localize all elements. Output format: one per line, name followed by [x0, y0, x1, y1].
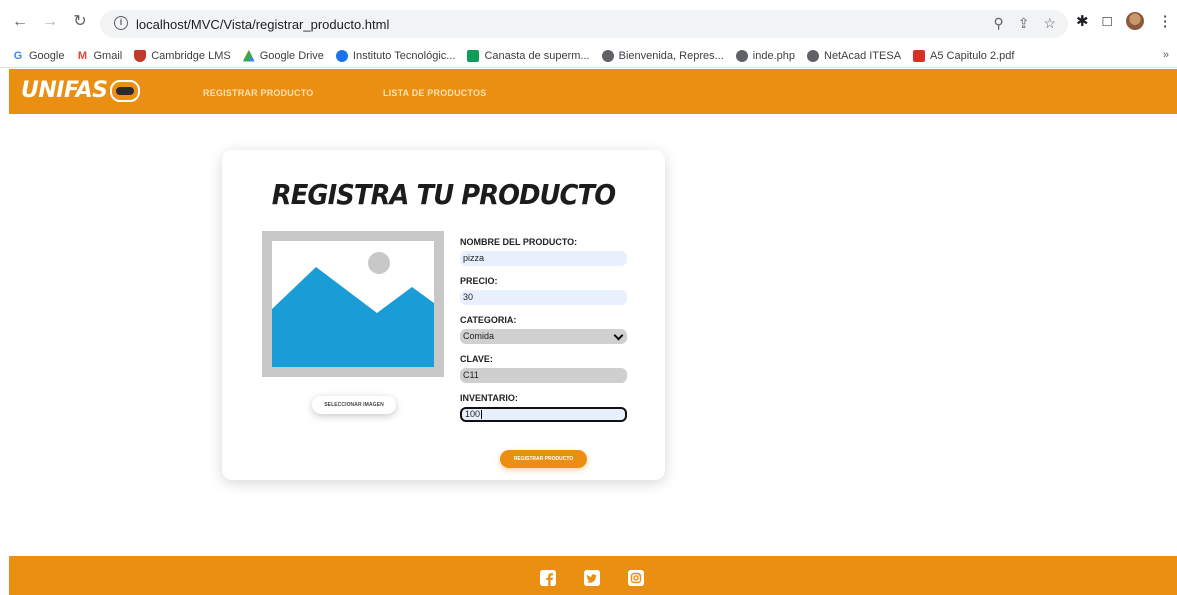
nombre-label: NOMBRE DEL PRODUCTO: [460, 237, 578, 247]
bookmark-item[interactable]: G Google [12, 49, 65, 62]
star-icon[interactable]: ☆ [1043, 15, 1056, 32]
logo-text: UNIFAS [21, 78, 108, 103]
nav-lista-productos[interactable]: LISTA DE PRODUCTOS [383, 88, 486, 98]
inventario-input[interactable]: 100 [460, 407, 627, 422]
text-caret [481, 410, 483, 420]
bookmarks-bar: G Google M Gmail Cambridge LMS Google Driv… [0, 44, 1177, 68]
globe-icon [601, 49, 614, 62]
site-footer [9, 556, 1177, 595]
google-icon: G [13, 49, 23, 62]
categoria-select[interactable]: Comida [460, 329, 627, 344]
inventario-label: INVENTARIO: [460, 393, 518, 403]
gmail-icon: M [77, 49, 88, 62]
bookmark-item[interactable]: inde.php [735, 49, 795, 62]
browser-toolbar: ← → ↻ i localhost/MVC/Vista/registrar_pr… [0, 0, 1177, 44]
cambridge-icon [134, 49, 147, 62]
institute-icon [335, 49, 348, 62]
menu-dots-icon[interactable]: ⋮ [1158, 12, 1173, 30]
browser-nav: ← → ↻ [12, 13, 88, 31]
nav-registrar-producto[interactable]: REGISTRAR PRODUCTO [203, 88, 313, 98]
globe-icon [735, 49, 748, 62]
nombre-input[interactable]: pizza [460, 251, 627, 266]
bookmark-item[interactable]: Instituto Tecnológic... [335, 49, 455, 62]
share-icon[interactable]: ⇪ [1018, 15, 1030, 32]
forward-arrow-icon[interactable]: → [42, 13, 58, 31]
pdf-icon [913, 49, 926, 62]
site-header: UNIFAS REGISTRAR PRODUCTO LISTA DE PRODU… [9, 69, 1177, 114]
address-bar[interactable]: i localhost/MVC/Vista/registrar_producto… [100, 10, 1068, 38]
bookmark-item[interactable]: Bienvenida, Repres... [601, 49, 724, 62]
address-url[interactable]: localhost/MVC/Vista/registrar_producto.h… [136, 17, 389, 32]
bookmark-item[interactable]: Canasta de superm... [467, 49, 590, 62]
site-info-icon[interactable]: i [114, 16, 128, 30]
burger-logo-icon [109, 79, 140, 102]
image-placeholder-icon [272, 252, 434, 367]
extensions-icon[interactable]: ✱ [1076, 12, 1089, 30]
bookmark-item[interactable]: A5 Capitulo 2.pdf [913, 49, 1014, 62]
bookmark-item[interactable]: Google Drive [242, 49, 324, 62]
select-image-button[interactable]: SELECCIONAR IMAGEN [312, 396, 396, 414]
bookmark-item[interactable]: Cambridge LMS [134, 49, 231, 62]
product-image-placeholder [262, 231, 444, 377]
drive-icon [242, 49, 255, 62]
clave-input[interactable]: C11 [460, 368, 627, 383]
categoria-label: CATEGORIA: [460, 315, 517, 325]
twitter-icon[interactable] [584, 570, 600, 586]
precio-input[interactable]: 30 [460, 290, 627, 305]
register-product-button[interactable]: REGISTRAR PRODUCTO [500, 450, 587, 468]
bookmark-item[interactable]: M Gmail [76, 50, 122, 62]
precio-label: PRECIO: [460, 276, 498, 286]
zoom-icon[interactable]: ⚲ [993, 15, 1003, 32]
register-card: REGISTRA TU PRODUCTO SELECCIONAR IMAGEN … [222, 150, 665, 480]
bookmark-item[interactable]: NetAcad ITESA [807, 49, 901, 62]
back-arrow-icon[interactable]: ← [12, 13, 28, 31]
sheets-icon [467, 49, 480, 62]
bookmarks-overflow-icon[interactable]: » [1163, 49, 1169, 61]
globe-icon [807, 49, 819, 62]
instagram-icon[interactable] [628, 570, 644, 586]
page-title: REGISTRA TU PRODUCTO [271, 178, 616, 211]
inventario-value: 100 [465, 409, 481, 419]
clave-label: CLAVE: [460, 354, 493, 364]
side-panel-icon[interactable]: □ [1103, 13, 1112, 30]
facebook-icon[interactable] [540, 570, 556, 586]
categoria-value: Comida [463, 331, 495, 341]
toolbar-icons: ✱ □ ⋮ [1076, 12, 1173, 30]
omnibox-actions: ⚲ ⇪ ☆ [993, 15, 1056, 32]
product-form: NOMBRE DEL PRODUCTO: pizza PRECIO: 30 CA… [460, 237, 630, 432]
site-logo[interactable]: UNIFAS [21, 78, 140, 103]
reload-icon[interactable]: ↻ [72, 13, 88, 31]
profile-avatar[interactable] [1125, 12, 1144, 30]
